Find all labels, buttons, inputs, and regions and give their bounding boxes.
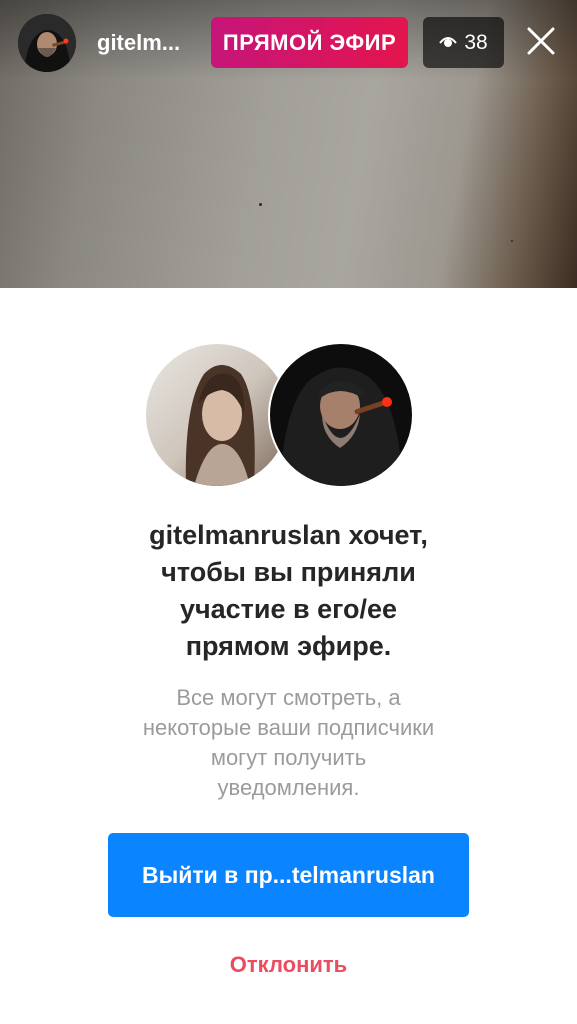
viewer-count-pill[interactable]: 38 (423, 17, 504, 68)
video-dust-speck (259, 203, 262, 206)
participant-avatars (144, 340, 419, 488)
description-line: могут получить (210, 745, 367, 770)
description-line: уведомления. (217, 775, 360, 800)
live-top-bar: gitelm... ПРЯМОЙ ЭФИР 38 (0, 0, 577, 86)
heading-line: gitelmanruslan хочет, (149, 520, 428, 550)
host-large-avatar (268, 342, 414, 488)
description-line: некоторые ваши подписчики (142, 715, 435, 740)
video-dust-speck (511, 240, 513, 242)
heading-line: прямом эфире. (185, 631, 392, 661)
heading-line: участие в его/ее (179, 594, 398, 624)
eye-icon (439, 31, 458, 55)
description-line: Все могут смотреть, а (176, 685, 401, 710)
invite-description: Все могут смотреть, а некоторые ваши под… (90, 683, 487, 803)
live-invite-sheet: gitelmanruslan хочет, чтобы вы приняли у… (0, 288, 577, 1024)
host-username[interactable]: gitelm... (97, 30, 180, 56)
close-button[interactable] (522, 24, 560, 62)
viewer-count: 38 (464, 30, 488, 54)
heading-line: чтобы вы приняли (161, 557, 416, 587)
invite-heading: gitelmanruslan хочет, чтобы вы приняли у… (60, 517, 517, 665)
decline-button[interactable]: Отклонить (0, 952, 577, 978)
host-avatar[interactable] (18, 14, 76, 72)
close-icon (527, 27, 555, 60)
join-live-button[interactable]: Выйти в пр...telmanruslan (108, 833, 469, 917)
live-badge: ПРЯМОЙ ЭФИР (211, 17, 408, 68)
